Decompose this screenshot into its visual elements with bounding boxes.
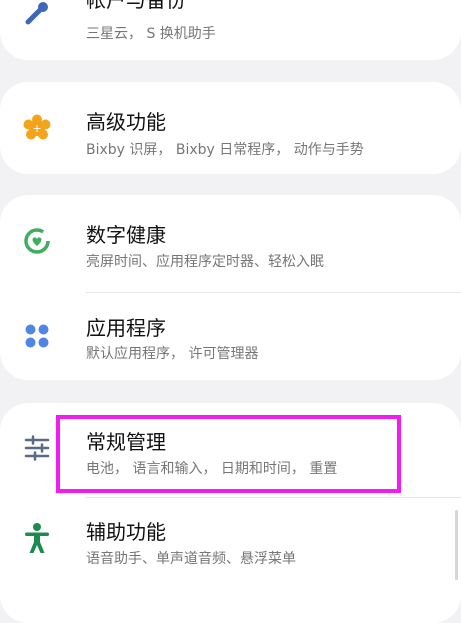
account-sync-icon	[18, 0, 56, 32]
settings-item-subtitle: 亮屏时间、应用程序定时器、轻松入眠	[86, 254, 324, 270]
settings-item-apps[interactable]: 应用程序 默认应用程序， 许可管理器	[0, 292, 461, 380]
settings-item-title: 应用程序	[86, 316, 166, 340]
sliders-icon	[18, 429, 56, 467]
settings-item-title: 高级功能	[86, 110, 166, 134]
card-accounts: 帐户与备份 三星云， S 换机助手	[0, 0, 461, 60]
apps-grid-icon	[18, 317, 56, 355]
svg-text:+: +	[32, 122, 41, 135]
settings-item-subtitle: 语音助手、单声道音频、悬浮菜单	[86, 551, 296, 567]
scrollbar[interactable]	[455, 510, 458, 580]
settings-item-digital-wellbeing[interactable]: 数字健康 亮屏时间、应用程序定时器、轻松入眠	[0, 195, 461, 287]
settings-item-accounts-backup[interactable]: 帐户与备份 三星云， S 换机助手	[0, 0, 461, 60]
accessibility-person-icon	[18, 520, 56, 558]
settings-item-title: 数字健康	[86, 223, 166, 247]
settings-item-accessibility[interactable]: 辅助功能 语音助手、单声道音频、悬浮菜单	[0, 498, 461, 598]
advanced-features-gear-icon: +	[18, 109, 56, 147]
digital-wellbeing-icon	[18, 222, 56, 260]
settings-item-subtitle: 默认应用程序， 许可管理器	[86, 346, 259, 362]
settings-item-subtitle: Bixby 识屏， Bixby 日常程序， 动作与手势	[86, 142, 364, 158]
settings-item-title: 帐户与备份	[86, 0, 186, 12]
card-wellbeing-apps: 数字健康 亮屏时间、应用程序定时器、轻松入眠 应用程序 默认应用程序， 许可管理…	[0, 195, 461, 380]
highlight-box	[56, 415, 401, 493]
settings-item-advanced-features[interactable]: + 高级功能 Bixby 识屏， Bixby 日常程序， 动作与手势	[0, 82, 461, 174]
settings-item-title: 辅助功能	[86, 520, 166, 544]
card-advanced: + 高级功能 Bixby 识屏， Bixby 日常程序， 动作与手势	[0, 82, 461, 174]
settings-item-subtitle: 三星云， S 换机助手	[86, 26, 216, 42]
